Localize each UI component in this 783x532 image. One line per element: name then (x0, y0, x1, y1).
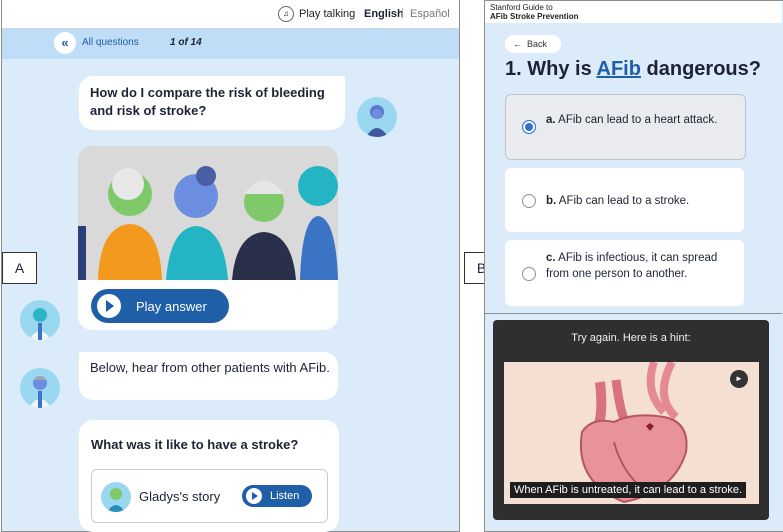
radio-button-a[interactable] (522, 120, 536, 134)
option-a-text: a. AFib can lead to a heart attack. (546, 112, 726, 128)
doctor-avatar (20, 368, 60, 408)
play-icon (97, 294, 121, 318)
story-label: Gladys's story (139, 489, 221, 504)
back-label: Back (527, 39, 548, 49)
speaker-icon: ♫ (278, 6, 294, 22)
language-spanish[interactable]: Español (410, 8, 450, 20)
gladys-avatar (101, 482, 131, 512)
option-b-text: b. AFib can lead to a stroke. (546, 193, 736, 209)
patients-illustration (78, 146, 338, 280)
doctor-avatar (20, 300, 60, 340)
play-answer-label: Play answer (136, 298, 207, 314)
back-button[interactable]: ← Back (505, 35, 561, 53)
option-c-label: AFib is infectious, it can spread from o… (546, 252, 718, 280)
user-avatar (357, 97, 397, 137)
volume-icon[interactable]: ► (730, 370, 748, 388)
option-a-label: AFib can lead to a heart attack. (555, 114, 718, 126)
play-talking-label: Play talking (299, 8, 356, 20)
quiz-question-suffix: dangerous? (640, 58, 761, 80)
option-c-letter: c. (546, 252, 556, 264)
hint-caption: When AFib is untreated, it can lead to a… (510, 482, 747, 498)
patients-note-text: Below, hear from other patients with AFi… (90, 360, 330, 375)
option-a-letter: a. (546, 114, 556, 126)
radio-button-b[interactable] (522, 194, 536, 208)
arrow-left-icon: ← (513, 39, 522, 49)
brand-line-1: Stanford Guide to (490, 3, 553, 12)
language-english[interactable]: English (364, 8, 404, 20)
option-b-label: AFib can lead to a stroke. (556, 195, 690, 207)
play-talking-toggle[interactable]: ♫ Play talking (278, 6, 355, 22)
stroke-question-text: What was it like to have a stroke? (91, 437, 299, 452)
question-text: How do I compare the risk of bleeding an… (90, 85, 325, 118)
quiz-question-title: 1. Why is AFib dangerous? (505, 58, 761, 81)
divider (485, 313, 782, 314)
play-icon (246, 488, 262, 504)
hint-title: Try again. Here is a hint: (571, 332, 691, 344)
double-chevron-left-icon[interactable]: « (54, 32, 76, 54)
language-separator: | (401, 7, 404, 19)
panel-label-a: A (2, 252, 37, 284)
option-b-letter: b. (546, 195, 557, 207)
play-answer-button[interactable]: Play answer (91, 289, 229, 323)
radio-button-c[interactable] (522, 267, 536, 281)
option-c-text: c. AFib is infectious, it can spread fro… (546, 250, 726, 282)
question-counter: 1 of 14 (170, 37, 202, 48)
quiz-question-prefix: 1. Why is (505, 58, 597, 80)
listen-button[interactable]: Listen (242, 485, 312, 507)
afib-link[interactable]: AFib (597, 58, 641, 80)
listen-label: Listen (270, 490, 300, 502)
brand-line-2: AFib Stroke Prevention (490, 12, 579, 21)
all-questions-link[interactable]: All questions (82, 37, 139, 48)
